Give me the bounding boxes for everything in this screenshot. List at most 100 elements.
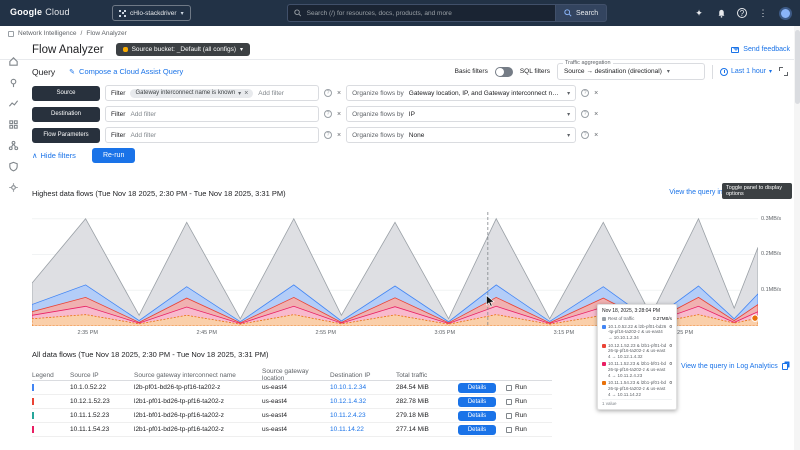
page-scrollbar[interactable] [794, 26, 800, 450]
add-filter-placeholder[interactable]: Add filter [130, 111, 156, 118]
clear-icon[interactable]: × [337, 111, 341, 118]
destination-filter-box[interactable]: Filter Add filter [105, 106, 319, 122]
scrollbar-thumb[interactable] [794, 30, 800, 104]
time-range-selector[interactable]: Last 1 hour ▾ [719, 67, 772, 76]
google-cloud-logo[interactable]: Google Cloud [10, 7, 70, 17]
details-button[interactable]: Details [458, 396, 496, 407]
x-tick-label: 2:55 PM [315, 330, 337, 336]
checkbox-icon[interactable] [506, 398, 512, 405]
add-filter-placeholder[interactable]: Add filter [130, 132, 156, 139]
project-grid-icon [119, 9, 126, 17]
flow-parameters-organize-select[interactable]: Organize flows by None ▾ [346, 127, 577, 143]
clear-icon[interactable]: × [594, 111, 598, 118]
shield-icon[interactable] [8, 159, 19, 172]
breadcrumb: Network Intelligence / Flow Analyzer [8, 27, 127, 40]
project-selector[interactable]: cHlo-stackdriver ▾ [112, 5, 191, 21]
run-action[interactable]: Run [506, 398, 540, 405]
run-label: Run [515, 426, 527, 433]
remove-chip-icon[interactable]: × [244, 90, 248, 97]
chart-icon[interactable] [8, 96, 19, 107]
source-organize-select[interactable]: Organize flows by Gateway location, IP, … [346, 85, 577, 101]
search-button[interactable]: Search [555, 4, 608, 22]
flow-analyzer-page: GoogleCloud cHlo-stackdriver ▾ Search ✦ … [0, 0, 800, 450]
rerun-button[interactable]: Re-run [91, 148, 136, 163]
clear-icon[interactable]: × [594, 90, 598, 97]
search-input[interactable] [306, 9, 549, 17]
source-bucket-button[interactable]: Source bucket: _Default (all configs) ▾ [115, 43, 251, 56]
cell-dest-ip-link[interactable]: 10.11.2.4.23 [330, 412, 392, 419]
run-action[interactable]: Run [506, 412, 540, 419]
table-row[interactable]: 10.11.1.52.23 l2b1-bf01-bd26-tp-pf16-ta2… [32, 409, 552, 423]
filter-label: Filter [111, 131, 126, 139]
chart-header: Highest data flows (Tue Nov 18 2025, 2:3… [32, 183, 792, 199]
source-chip[interactable]: Source [32, 85, 100, 101]
run-label: Run [515, 398, 527, 405]
tooltip-flow-label: 10.1.0.52.22 & l2b-pf01-bd26-tp-pf16-ta2… [608, 323, 667, 340]
clear-icon[interactable]: × [337, 132, 341, 139]
help-icon[interactable]: ? [737, 8, 747, 18]
help-icon[interactable]: ? [324, 89, 332, 97]
add-filter-placeholder[interactable]: Add filter [258, 90, 284, 97]
global-search[interactable] [287, 4, 555, 22]
checkbox-icon[interactable] [506, 426, 512, 433]
hide-filters-link[interactable]: ∧ Hide filters [32, 151, 76, 160]
cell-source-ip: 10.11.1.54.23 [70, 426, 110, 433]
organize-value: IP [408, 110, 415, 118]
details-button[interactable]: Details [458, 410, 496, 421]
notifications-icon[interactable] [715, 7, 727, 19]
clock-icon [719, 67, 728, 76]
run-action[interactable]: Run [506, 384, 540, 391]
location-pin-icon[interactable] [8, 75, 19, 88]
destination-organize-select[interactable]: Organize flows by IP ▾ [346, 106, 577, 122]
flow-parameters-chip[interactable]: Flow Parameters [32, 127, 100, 143]
source-bucket-label: Source bucket: _Default (all configs) [131, 46, 237, 53]
col-location: Source gateway location [262, 368, 309, 382]
view-query-log-analytics-link-table[interactable]: View the query in Log Analytics [681, 363, 788, 370]
search-icon [294, 9, 302, 17]
left-nav-rail [0, 44, 26, 450]
query-header-controls: Basic filters SQL filters Traffic aggreg… [455, 60, 788, 80]
gear-icon[interactable] [8, 180, 19, 192]
run-label: Run [515, 384, 527, 391]
tooltip-flow-label: 10.11.1.52.23 & l2b1-bf01-bd26-tp-pf16-t… [608, 361, 666, 378]
cell-dest-ip-link[interactable]: 10.10.1.2.34 [330, 384, 392, 391]
help-icon[interactable]: ? [581, 89, 590, 97]
flow-parameters-filter-box[interactable]: Filter Add filter [105, 127, 319, 143]
checkbox-icon[interactable] [506, 412, 512, 419]
checkbox-icon[interactable] [506, 384, 512, 391]
gemini-icon[interactable]: ✦ [693, 7, 705, 19]
details-button[interactable]: Details [458, 382, 496, 393]
grid-icon[interactable] [8, 117, 19, 129]
traffic-aggregation-select[interactable]: Traffic aggregation Source → destination… [556, 60, 705, 80]
chevron-down-icon: ▾ [180, 10, 184, 17]
run-action[interactable]: Run [506, 426, 540, 433]
clear-icon[interactable]: × [337, 90, 341, 97]
send-feedback-link[interactable]: Send feedback [731, 46, 790, 53]
avatar[interactable] [779, 6, 792, 20]
table-row[interactable]: 10.12.1.52.23 l2b1-pf01-bd26-tp-pf16-ta2… [32, 395, 552, 409]
fullscreen-icon[interactable] [779, 67, 788, 76]
cell-dest-ip-link[interactable]: 10.12.1.4.32 [330, 398, 392, 405]
filters-mode-toggle[interactable] [494, 66, 513, 77]
home-icon[interactable] [8, 54, 19, 66]
help-icon[interactable]: ? [324, 110, 332, 118]
topbar-actions: ✦ ? ⋮ [693, 0, 792, 26]
source-filter-box[interactable]: Filter Gateway interconnect name is know… [105, 85, 319, 101]
help-icon[interactable]: ? [581, 110, 590, 118]
breadcrumb-section[interactable]: Network Intelligence [18, 30, 77, 37]
table-row[interactable]: 10.1.0.52.22 l2b-pf01-bd26-tp-pf16-ta202… [32, 381, 552, 395]
details-button[interactable]: Details [458, 424, 496, 435]
filter-chip[interactable]: Gateway interconnect name is known ▾ × [130, 88, 254, 98]
compose-cloud-assist-query-link[interactable]: ✎ Compose a Cloud Assist Query [69, 67, 183, 76]
filter-row-destination: Destination Filter Add filter ? × Organi… [32, 105, 598, 123]
hub-icon[interactable] [8, 138, 19, 151]
table-header-row: Legend Source IP Source gateway intercon… [32, 368, 552, 382]
clear-icon[interactable]: × [594, 132, 598, 139]
help-icon[interactable]: ? [324, 131, 332, 139]
compose-link-label: Compose a Cloud Assist Query [79, 67, 184, 76]
table-row[interactable]: 10.11.1.54.23 l2b1-pf01-bd26-tp-pf16-ta2… [32, 423, 552, 437]
more-vert-icon[interactable]: ⋮ [757, 7, 769, 19]
help-icon[interactable]: ? [581, 131, 590, 139]
destination-chip[interactable]: Destination [32, 106, 100, 122]
cell-dest-ip-link[interactable]: 10.11.14.22 [330, 426, 392, 433]
